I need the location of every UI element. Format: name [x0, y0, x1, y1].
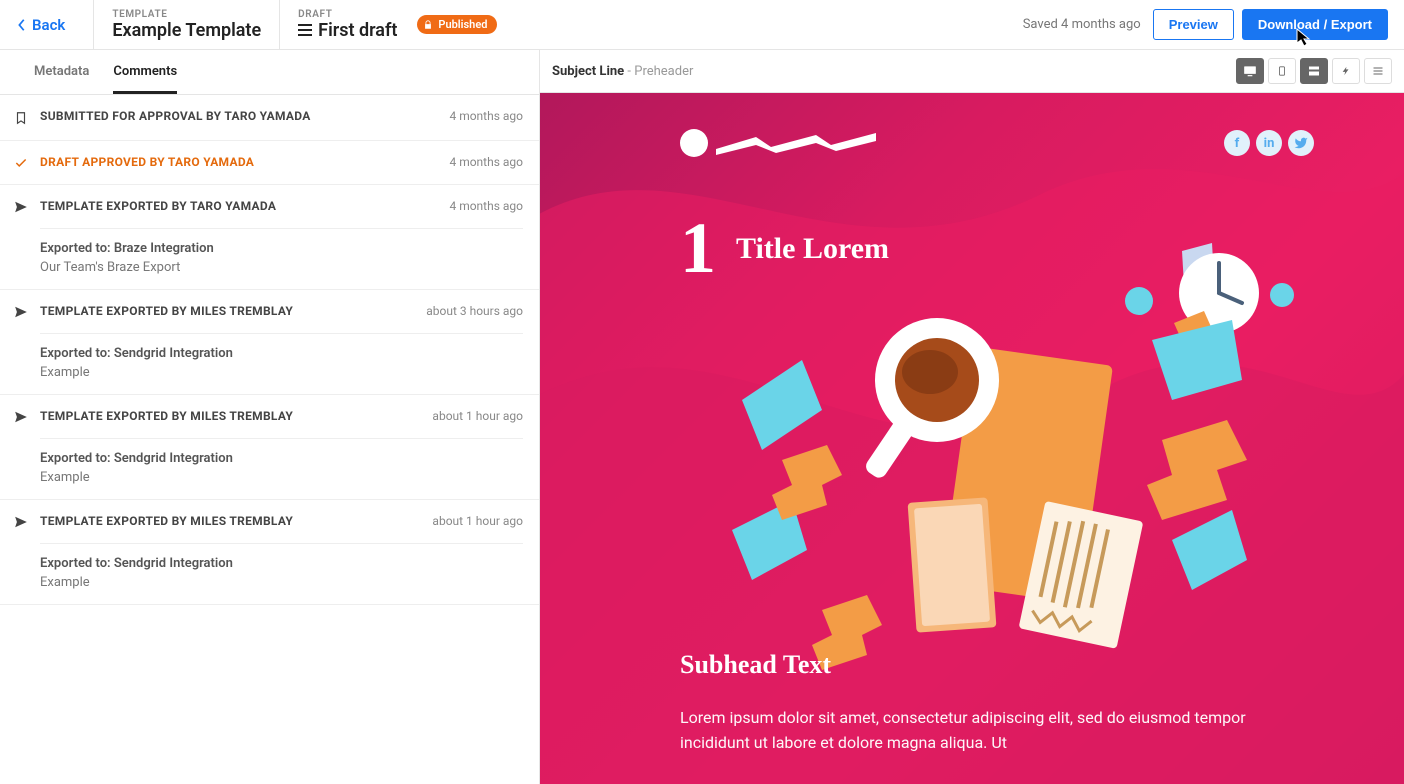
send-icon	[12, 410, 30, 424]
feed-detail-line1: Exported to: Sendgrid Integration	[40, 556, 523, 571]
feed-detail-line2: Example	[40, 365, 523, 380]
facebook-icon[interactable]: f	[1224, 130, 1250, 156]
main-illustration	[540, 290, 1404, 650]
menu-icon	[298, 24, 312, 36]
download-export-button[interactable]: Download / Export	[1242, 9, 1388, 40]
desktop-view-button[interactable]	[1236, 58, 1264, 84]
tab-comments[interactable]: Comments	[113, 64, 177, 94]
feed-item[interactable]: SUBMITTED FOR APPROVAL BY TARO YAMADA 4 m…	[0, 95, 539, 141]
published-badge: Published	[417, 15, 497, 34]
twitter-icon[interactable]	[1288, 130, 1314, 156]
feed-detail-line1: Exported to: Braze Integration	[40, 241, 523, 256]
back-label: Back	[32, 16, 65, 34]
subject-line[interactable]: Subject Line - Preheader	[552, 64, 693, 79]
feed-item-time: 4 months ago	[449, 199, 523, 213]
feed-item-time: about 1 hour ago	[432, 514, 523, 528]
template-block[interactable]: TEMPLATE Example Template	[104, 9, 269, 41]
lock-icon	[423, 20, 433, 30]
cursor-icon	[1296, 28, 1312, 48]
feed-detail-line2: Example	[40, 575, 523, 590]
tab-metadata[interactable]: Metadata	[34, 64, 89, 94]
preview-button[interactable]: Preview	[1153, 9, 1234, 40]
feed-item-time: about 1 hour ago	[432, 409, 523, 423]
body-text: Lorem ipsum dolor sit amet, consectetur …	[680, 706, 1264, 756]
feed-item[interactable]: TEMPLATE EXPORTED BY TARO YAMADA 4 months…	[0, 185, 539, 290]
view-tools	[1236, 58, 1392, 84]
mobile-view-button[interactable]	[1268, 58, 1296, 84]
feed-item-time: about 3 hours ago	[426, 304, 523, 318]
feed-item[interactable]: TEMPLATE EXPORTED BY MILES TREMBLAY about…	[0, 395, 539, 500]
feed-item[interactable]: TEMPLATE EXPORTED BY MILES TREMBLAY about…	[0, 500, 539, 605]
send-icon	[12, 200, 30, 214]
preview-panel: Subject Line - Preheader	[540, 50, 1404, 784]
linkedin-icon[interactable]: in	[1256, 130, 1282, 156]
social-icons: f in	[1224, 130, 1314, 156]
divider	[93, 0, 94, 50]
feed-item-time: 4 months ago	[449, 155, 523, 169]
badge-label: Published	[438, 18, 487, 31]
text-view-button[interactable]	[1364, 58, 1392, 84]
subhead-text: Subhead Text	[680, 650, 1264, 680]
feed-item-detail: Exported to: Braze Integration Our Team's…	[40, 228, 523, 275]
feed-item-title: TEMPLATE EXPORTED BY MILES TREMBLAY	[40, 409, 422, 423]
chevron-left-icon	[16, 18, 28, 32]
feed-item-title: TEMPLATE EXPORTED BY TARO YAMADA	[40, 199, 439, 213]
email-logo	[680, 129, 876, 157]
feed-item-detail: Exported to: Sendgrid Integration Example	[40, 543, 523, 590]
activity-feed: SUBMITTED FOR APPROVAL BY TARO YAMADA 4 m…	[0, 95, 539, 605]
send-icon	[12, 305, 30, 319]
draft-value: First draft	[318, 20, 397, 41]
tab-bar: Metadata Comments	[0, 50, 539, 95]
feed-item-title: TEMPLATE EXPORTED BY MILES TREMBLAY	[40, 304, 416, 318]
feed-item-title: DRAFT APPROVED BY TARO YAMADA	[40, 155, 439, 169]
divider	[279, 0, 280, 50]
feed-item-title: TEMPLATE EXPORTED BY MILES TREMBLAY	[40, 514, 422, 528]
feed-detail-line2: Our Team's Braze Export	[40, 260, 523, 275]
feed-item-title: SUBMITTED FOR APPROVAL BY TARO YAMADA	[40, 109, 439, 123]
send-icon	[12, 515, 30, 529]
draft-label: DRAFT	[298, 9, 397, 20]
email-header: f in	[540, 93, 1404, 157]
bookmark-icon	[12, 110, 30, 126]
check-icon	[12, 156, 30, 170]
left-panel: Metadata Comments SUBMITTED FOR APPROVAL…	[0, 50, 540, 784]
preheader-text: - Preheader	[627, 64, 693, 79]
feed-item[interactable]: TEMPLATE EXPORTED BY MILES TREMBLAY about…	[0, 290, 539, 395]
feed-item-time: 4 months ago	[449, 109, 523, 123]
feed-detail-line2: Example	[40, 470, 523, 485]
email-body-block: Subhead Text Lorem ipsum dolor sit amet,…	[540, 650, 1404, 756]
feed-item-detail: Exported to: Sendgrid Integration Example	[40, 438, 523, 485]
feed-item[interactable]: DRAFT APPROVED BY TARO YAMADA 4 months ag…	[0, 141, 539, 185]
template-label: TEMPLATE	[112, 9, 261, 20]
saved-status: Saved 4 months ago	[1023, 17, 1141, 32]
amp-view-button[interactable]	[1332, 58, 1360, 84]
draft-block[interactable]: DRAFT First draft	[290, 9, 405, 41]
back-button[interactable]: Back	[16, 16, 83, 34]
feed-detail-line1: Exported to: Sendgrid Integration	[40, 451, 523, 466]
email-canvas[interactable]: f in 1 Title Lorem	[540, 93, 1404, 784]
blocks-view-button[interactable]	[1300, 58, 1328, 84]
feed-item-detail: Exported to: Sendgrid Integration Example	[40, 333, 523, 380]
template-value: Example Template	[112, 20, 261, 41]
subject-text: Subject Line	[552, 64, 624, 79]
feed-detail-line1: Exported to: Sendgrid Integration	[40, 346, 523, 361]
